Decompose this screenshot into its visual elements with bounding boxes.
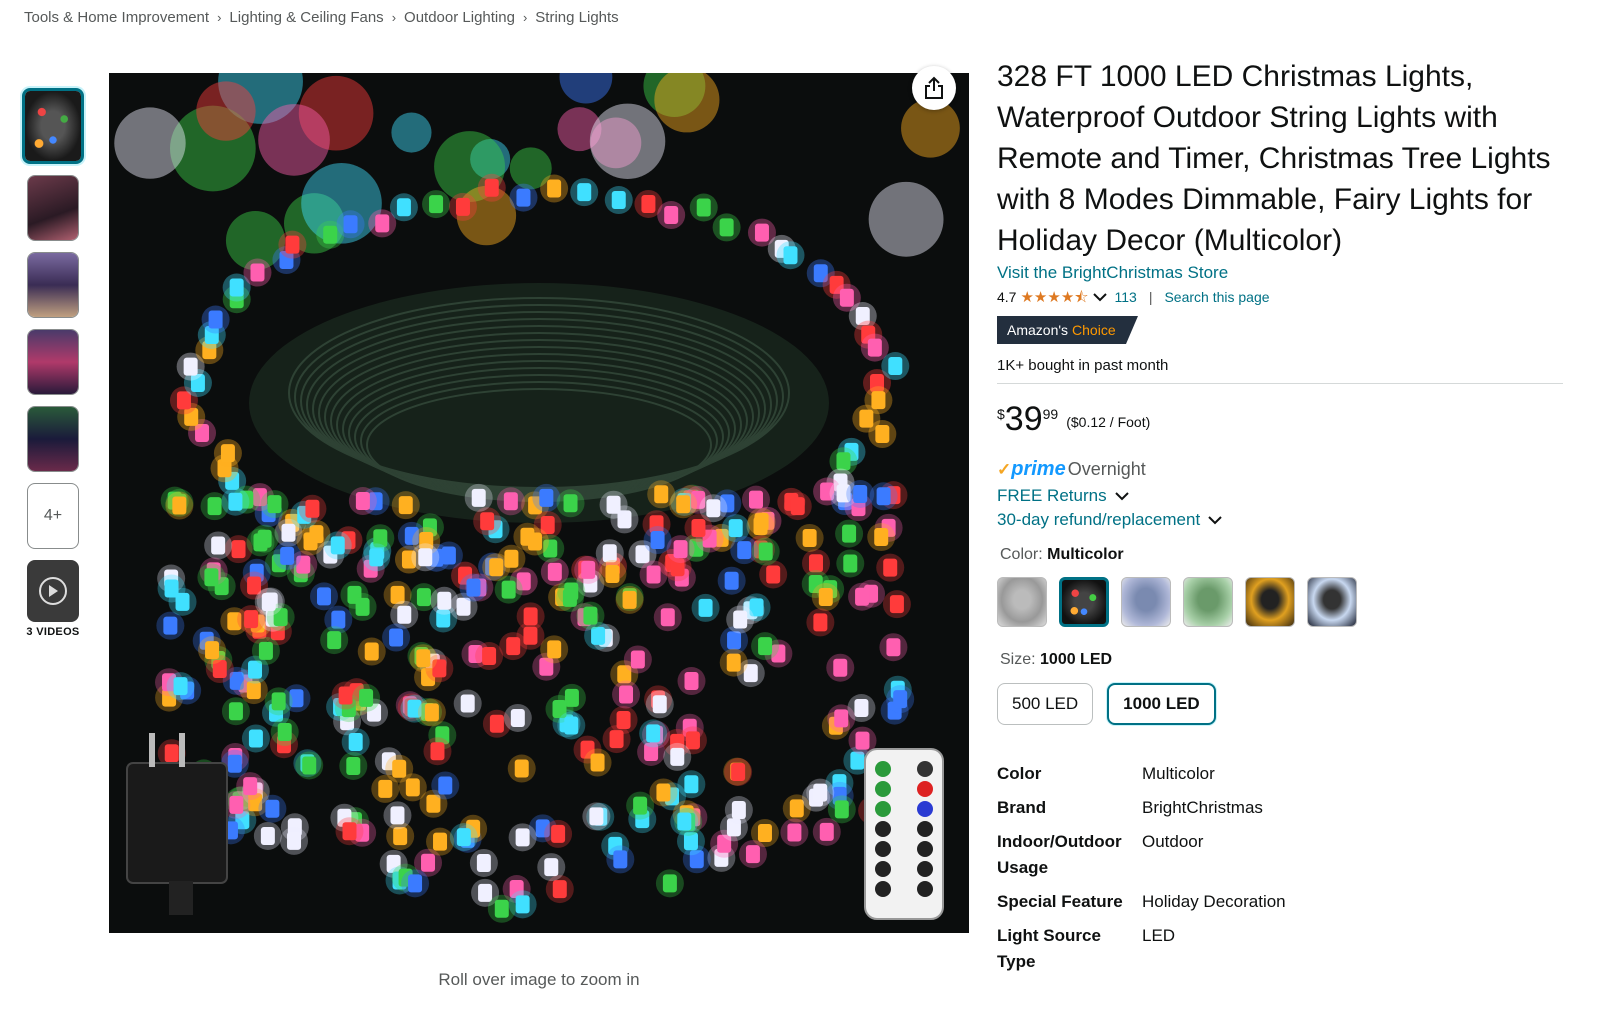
bought-count: 1K+ bought in past month bbox=[997, 357, 1169, 374]
divider: | bbox=[1148, 289, 1153, 305]
refund-link[interactable]: 30-day refund/replacement bbox=[997, 510, 1567, 530]
play-icon bbox=[39, 577, 67, 605]
chevron-down-icon[interactable] bbox=[1092, 292, 1107, 302]
store-link[interactable]: Visit the BrightChristmas Store bbox=[997, 263, 1228, 283]
spec-row: Special Feature Holiday Decoration bbox=[997, 889, 1567, 915]
breadcrumb-separator-icon: › bbox=[391, 10, 397, 25]
spec-value: Holiday Decoration bbox=[1142, 892, 1286, 911]
star-rating-icon[interactable]: ★ ★ ★ ★ ⯪ bbox=[1020, 290, 1088, 305]
amazons-choice-badge: Amazon's Choice bbox=[997, 316, 1138, 344]
price: $ 39 99 ($0.12 / Foot) bbox=[997, 402, 1567, 436]
color-swatch-multicolor[interactable] bbox=[1059, 577, 1109, 627]
product-title: 328 FT 1000 LED Christmas Lights, Waterp… bbox=[997, 60, 1551, 257]
thumbnail-5[interactable] bbox=[27, 406, 79, 472]
breadcrumb: Tools & Home Improvement › Lighting & Ce… bbox=[24, 9, 619, 26]
spec-key: Color bbox=[997, 764, 1042, 783]
spec-value: BrightChristmas bbox=[1142, 798, 1263, 817]
prime-delivery: ✓ prime Overnight bbox=[997, 458, 1567, 481]
unit-price: ($0.12 / Foot) bbox=[1066, 414, 1151, 430]
search-page-link[interactable]: Search this page bbox=[1164, 289, 1269, 305]
spec-table: Color Multicolor Brand BrightChristmas I… bbox=[997, 761, 1567, 975]
spec-value: Multicolor bbox=[1142, 764, 1215, 783]
prime-logo: prime bbox=[1011, 458, 1066, 480]
thumbnail-strip: 4+ 3 VIDEOS bbox=[22, 88, 84, 638]
size-option-1000[interactable]: 1000 LED bbox=[1107, 683, 1216, 725]
spec-key: Brand bbox=[997, 798, 1047, 817]
refund-label: 30-day refund/replacement bbox=[997, 510, 1201, 529]
free-returns-link[interactable]: FREE Returns bbox=[997, 486, 1567, 506]
spec-key: Special Feature bbox=[997, 892, 1123, 911]
free-returns-label: FREE Returns bbox=[997, 486, 1107, 505]
selected-size: 1000 LED bbox=[1040, 651, 1113, 668]
color-swatch-3[interactable] bbox=[1121, 577, 1171, 627]
color-label: Color: Multicolor bbox=[1000, 546, 1124, 563]
price-fraction: 99 bbox=[1042, 406, 1059, 422]
selected-color: Multicolor bbox=[1047, 546, 1124, 563]
chevron-down-icon bbox=[1114, 492, 1129, 501]
badge-prefix: Amazon's bbox=[1007, 322, 1069, 338]
spec-row: Indoor/Outdoor Usage Outdoor bbox=[997, 829, 1567, 881]
size-option-500[interactable]: 500 LED bbox=[997, 683, 1094, 725]
breadcrumb-separator-icon: › bbox=[522, 10, 528, 25]
review-count-link[interactable]: 113 bbox=[1115, 289, 1137, 305]
spec-key: Light Source Type bbox=[997, 926, 1101, 971]
price-whole: 39 bbox=[1004, 400, 1043, 438]
price-symbol: $ bbox=[997, 406, 1005, 422]
color-swatches bbox=[997, 577, 1567, 627]
thumbnail-4[interactable] bbox=[27, 329, 79, 395]
badge-choice: Choice bbox=[1072, 322, 1116, 338]
video-thumbnail[interactable] bbox=[27, 560, 79, 622]
color-swatch-5[interactable] bbox=[1245, 577, 1295, 627]
main-product-image[interactable] bbox=[109, 73, 969, 933]
size-label: Size: 1000 LED bbox=[1000, 651, 1113, 668]
spec-value: LED bbox=[1142, 926, 1176, 945]
breadcrumb-item-string-lights[interactable]: String Lights bbox=[535, 9, 618, 26]
breadcrumb-separator-icon: › bbox=[217, 10, 222, 25]
spec-row: Brand BrightChristmas bbox=[997, 795, 1567, 821]
spec-key: Indoor/Outdoor Usage bbox=[997, 832, 1122, 877]
prime-check-icon: ✓ bbox=[997, 459, 1012, 479]
videos-count-label: 3 VIDEOS bbox=[26, 626, 80, 638]
share-icon bbox=[925, 76, 943, 99]
zoom-hint: Roll over image to zoom in bbox=[438, 970, 640, 989]
thumbnail-2[interactable] bbox=[27, 175, 79, 241]
breadcrumb-item-outdoor-lighting[interactable]: Outdoor Lighting bbox=[404, 9, 515, 26]
rating-value: 4.7 bbox=[997, 289, 1017, 305]
breadcrumb-item-lighting[interactable]: Lighting & Ceiling Fans bbox=[229, 9, 383, 26]
spec-row: Light Source Type LED bbox=[997, 923, 1567, 975]
color-swatch-1[interactable] bbox=[997, 577, 1047, 627]
chevron-down-icon bbox=[1208, 516, 1222, 525]
breadcrumb-item-tools[interactable]: Tools & Home Improvement bbox=[24, 9, 209, 26]
share-button[interactable] bbox=[912, 66, 956, 110]
divider bbox=[997, 383, 1563, 384]
size-options: 500 LED 1000 LED bbox=[997, 683, 1567, 725]
spec-value: Outdoor bbox=[1142, 832, 1204, 851]
more-images-button[interactable]: 4+ bbox=[27, 483, 79, 549]
thumbnail-3[interactable] bbox=[27, 252, 79, 318]
prime-shipping-speed: Overnight bbox=[1067, 459, 1146, 479]
spec-row: Color Multicolor bbox=[997, 761, 1567, 787]
string-lights-photo bbox=[109, 73, 969, 933]
rating-row: 4.7 ★ ★ ★ ★ ⯪ 113 | Search this page bbox=[997, 289, 1567, 305]
thumbnail-1[interactable] bbox=[22, 88, 84, 164]
color-swatch-4[interactable] bbox=[1183, 577, 1233, 627]
color-swatch-6[interactable] bbox=[1307, 577, 1357, 627]
product-details: 328 FT 1000 LED Christmas Lights, Waterp… bbox=[997, 56, 1567, 983]
